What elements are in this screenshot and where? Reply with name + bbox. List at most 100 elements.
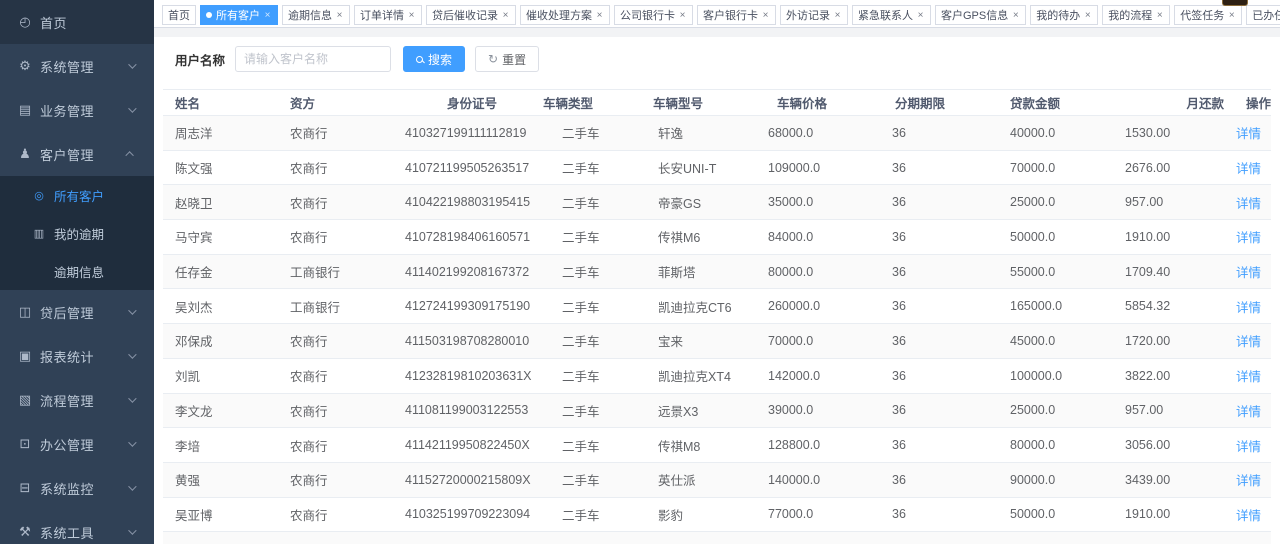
- tab[interactable]: 紧急联系人: [852, 5, 931, 25]
- tab-label: 贷后催收记录: [432, 7, 498, 23]
- sidebar-item[interactable]: ⊟ 系统监控: [0, 466, 154, 510]
- sidebar-item[interactable]: ◴ 首页: [0, 0, 154, 44]
- close-icon[interactable]: [1227, 9, 1236, 21]
- tab[interactable]: 客户银行卡: [697, 5, 776, 25]
- sidebar-item-label: 系统管理: [40, 57, 128, 76]
- tab[interactable]: 已办任务: [1246, 5, 1280, 25]
- tab-label: 客户GPS信息: [941, 7, 1008, 23]
- sidebar-item[interactable]: ▧ 流程管理: [0, 378, 154, 422]
- sidebar-item[interactable]: ⊡ 办公管理: [0, 422, 154, 466]
- cell-vehicle-type: 二手车: [550, 262, 646, 281]
- sidebar-item[interactable]: ♟ 客户管理: [0, 132, 154, 176]
- close-icon[interactable]: [1083, 9, 1092, 21]
- tab[interactable]: 代签任务: [1174, 5, 1242, 25]
- sidebar-subitem[interactable]: ▥ 我的逾期: [0, 214, 154, 252]
- detail-link[interactable]: 详情: [1236, 335, 1261, 349]
- tab[interactable]: 催收处理方案: [520, 5, 610, 25]
- detail-link[interactable]: 详情: [1236, 440, 1261, 454]
- tab-label: 逾期信息: [288, 7, 332, 23]
- cell-name: 李培: [163, 436, 278, 455]
- cell-action: 详情: [1228, 470, 1271, 489]
- close-icon[interactable]: [1011, 9, 1020, 21]
- tab[interactable]: 客户GPS信息: [935, 5, 1026, 25]
- cell-vehicle-price: 140000.0: [756, 473, 880, 487]
- detail-link[interactable]: 详情: [1236, 162, 1261, 176]
- cell-vehicle-price: 80000.0: [756, 265, 880, 279]
- detail-link[interactable]: 详情: [1236, 474, 1261, 488]
- cell-installment-term: 36: [880, 369, 998, 383]
- cell-name: 李文龙: [163, 401, 278, 420]
- sidebar: ◴ 首页 ⚙ 系统管理 ▤ 业务管理 ♟ 客: [0, 0, 154, 544]
- sidebar-item[interactable]: ▣ 报表统计: [0, 334, 154, 378]
- close-icon[interactable]: [595, 9, 604, 21]
- detail-link[interactable]: 详情: [1236, 301, 1261, 315]
- detail-link[interactable]: 详情: [1236, 231, 1261, 245]
- tab[interactable]: 外访记录: [780, 5, 848, 25]
- dashboard-icon: ◴: [17, 15, 33, 30]
- detail-link[interactable]: 详情: [1236, 370, 1261, 384]
- sidebar-subitem[interactable]: 逾期信息: [0, 252, 154, 290]
- cell-funder: 农商行: [278, 436, 393, 455]
- close-icon[interactable]: [678, 9, 687, 21]
- sidebar-item[interactable]: ⚒ 系统工具: [0, 510, 154, 544]
- cell-vehicle-price: 70000.0: [756, 334, 880, 348]
- cell-vehicle-type: 二手车: [550, 193, 646, 212]
- cell-id-number: 411503198708280010: [393, 334, 550, 348]
- table-row: 吴刘杰 工商银行 412724199309175190 二手车 凯迪拉克CT6 …: [163, 289, 1271, 324]
- tab[interactable]: 逾期信息: [282, 5, 350, 25]
- cell-vehicle-model: 轩逸: [646, 123, 756, 142]
- close-icon[interactable]: [833, 9, 842, 21]
- tab[interactable]: 我的待办: [1030, 5, 1098, 25]
- close-icon[interactable]: [335, 9, 344, 21]
- detail-link[interactable]: 详情: [1236, 266, 1261, 280]
- cell-vehicle-model: 传祺M6: [646, 227, 756, 246]
- close-icon[interactable]: [501, 9, 510, 21]
- cell-action: 详情: [1228, 158, 1271, 177]
- cell-vehicle-price: 109000.0: [756, 161, 880, 175]
- cell-funder: 农商行: [278, 470, 393, 489]
- close-icon[interactable]: [407, 9, 416, 21]
- sidebar-item[interactable]: ◫ 贷后管理: [0, 290, 154, 334]
- cell-monthly-payment: 1720.00: [1113, 334, 1228, 348]
- cell-monthly-payment: 1709.40: [1113, 265, 1228, 279]
- tab[interactable]: 所有客户: [200, 5, 278, 25]
- detail-link[interactable]: 详情: [1236, 197, 1261, 211]
- tab[interactable]: 订单详情: [354, 5, 422, 25]
- sidebar-subitem[interactable]: ◎ 所有客户: [0, 176, 154, 214]
- loan-icon: ◫: [17, 305, 33, 320]
- detail-link[interactable]: 详情: [1236, 127, 1261, 141]
- tab[interactable]: 公司银行卡: [614, 5, 693, 25]
- cell-vehicle-type: 二手车: [550, 297, 646, 316]
- chevron-icon: [128, 482, 136, 490]
- reset-button[interactable]: ↻ 重置: [475, 46, 539, 72]
- sidebar-item-label: 报表统计: [40, 347, 128, 366]
- cell-action: 详情: [1228, 123, 1271, 142]
- cell-vehicle-type: 二手车: [550, 436, 646, 455]
- tab[interactable]: 贷后催收记录: [426, 5, 516, 25]
- detail-link[interactable]: 详情: [1236, 405, 1261, 419]
- table-row: 吴亚博 农商行 410325199709223094 二手车 影豹 77000.…: [163, 498, 1271, 533]
- sidebar-item[interactable]: ▤ 业务管理: [0, 88, 154, 132]
- cell-vehicle-type: 二手车: [550, 401, 646, 420]
- all-customers-icon: ◎: [31, 189, 47, 202]
- chevron-icon: [128, 394, 136, 402]
- sidebar-item[interactable]: ⚙ 系统管理: [0, 44, 154, 88]
- close-icon[interactable]: [263, 9, 272, 21]
- process-icon: ▧: [17, 393, 33, 408]
- cell-name: 黄强: [163, 470, 278, 489]
- sidebar-item-label: 业务管理: [40, 101, 128, 120]
- cell-id-number: 411081199003122553: [393, 403, 550, 417]
- cell-name: 刘凯: [163, 366, 278, 385]
- cell-id-number: 41232819810203631X: [393, 369, 550, 383]
- close-icon[interactable]: [916, 9, 925, 21]
- close-icon[interactable]: [1155, 9, 1164, 21]
- tab[interactable]: 我的流程: [1102, 5, 1170, 25]
- customer-name-input[interactable]: [235, 46, 391, 72]
- cell-loan-amount: 50000.0: [998, 507, 1113, 521]
- tab[interactable]: 首页: [162, 5, 196, 25]
- search-button[interactable]: 搜索: [403, 46, 465, 72]
- sidebar-item-label: 客户管理: [40, 145, 128, 164]
- close-icon[interactable]: [761, 9, 770, 21]
- cell-vehicle-model: 英仕派: [646, 470, 756, 489]
- detail-link[interactable]: 详情: [1236, 509, 1261, 523]
